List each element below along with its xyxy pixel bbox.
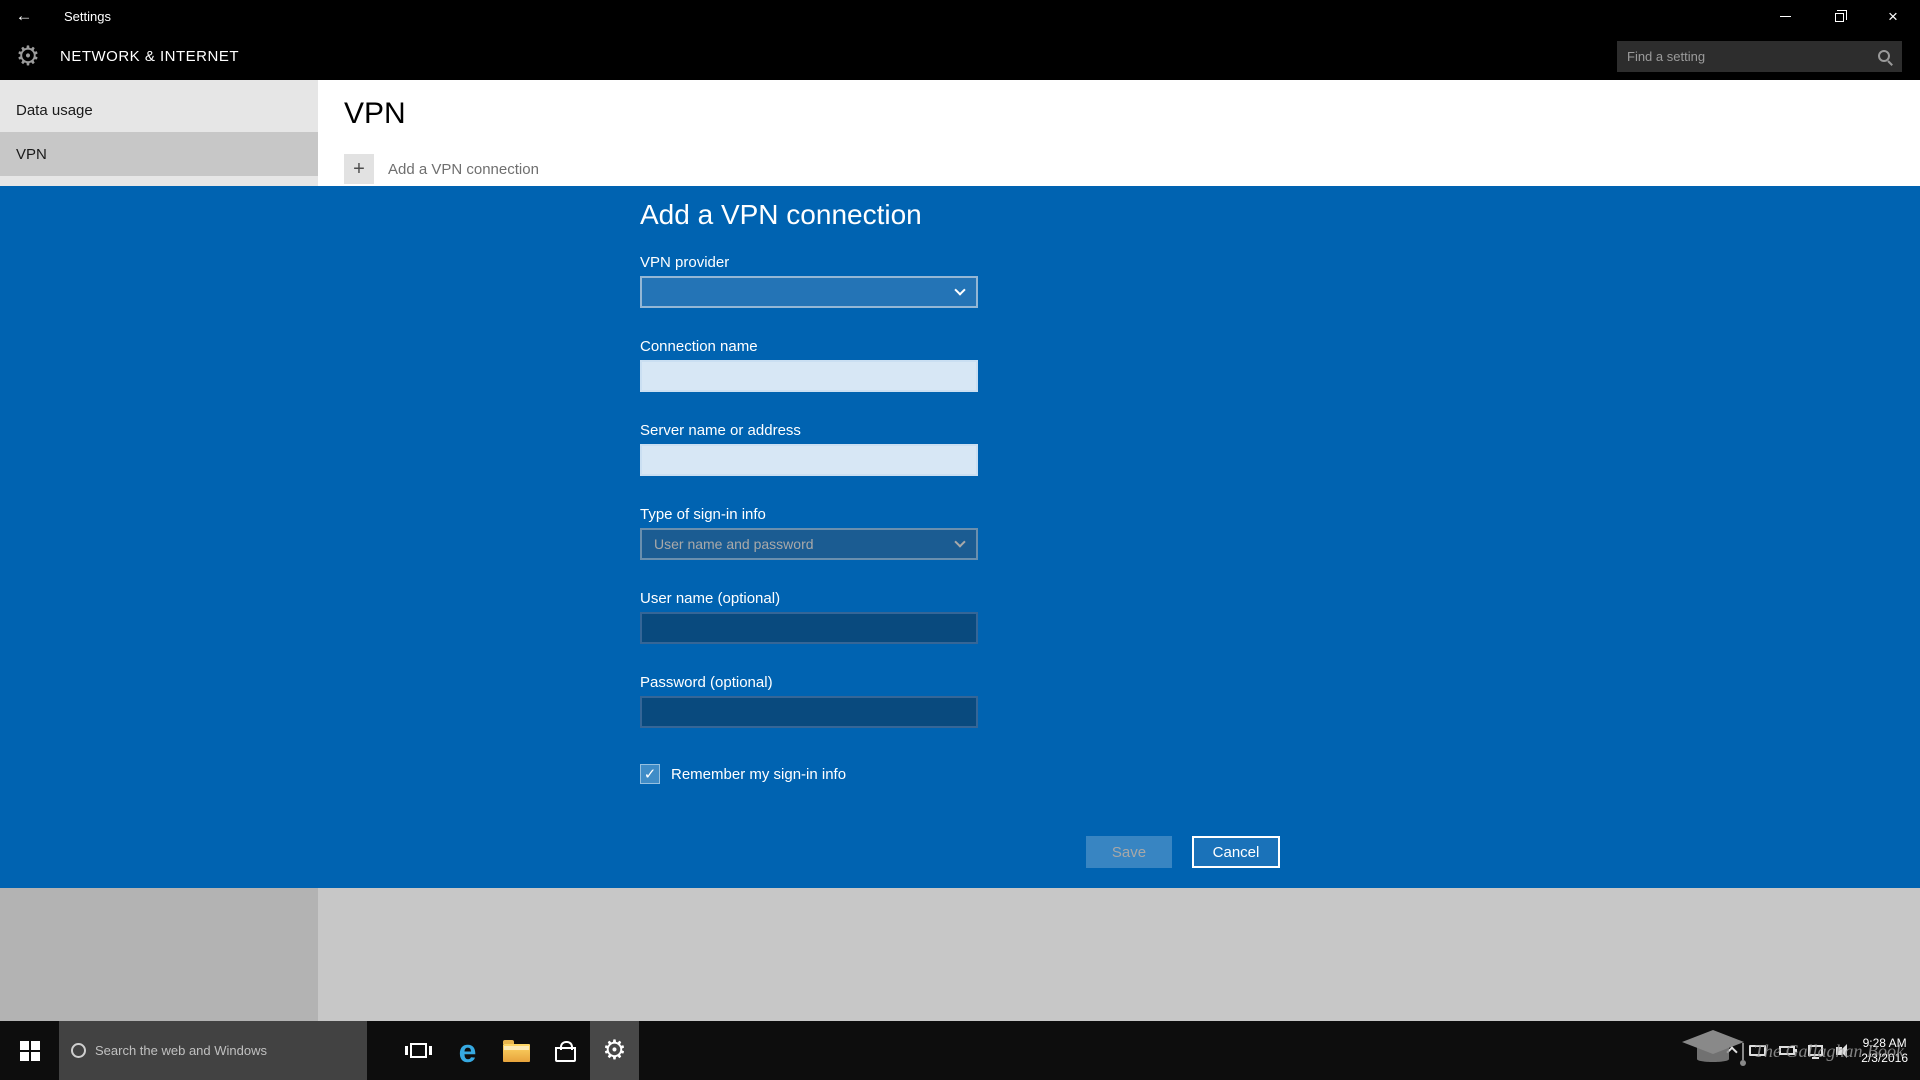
connection-name-field: Connection name xyxy=(640,338,1280,392)
battery-icon[interactable] xyxy=(1779,1046,1795,1055)
app-header: ⚙ NETWORK & INTERNET xyxy=(0,32,1920,80)
clock-date: 2/3/2016 xyxy=(1861,1051,1908,1066)
page-title: VPN xyxy=(344,96,1920,132)
plus-icon: + xyxy=(344,154,374,184)
back-button[interactable]: ← xyxy=(0,0,48,32)
save-button[interactable]: Save xyxy=(1086,836,1172,868)
connection-name-input[interactable] xyxy=(640,360,978,392)
signin-type-value: User name and password xyxy=(654,536,814,552)
password-input[interactable] xyxy=(640,696,978,728)
add-vpn-dialog: Add a VPN connection VPN provider Connec… xyxy=(0,186,1920,888)
settings-button[interactable]: ⚙ xyxy=(590,1021,639,1080)
remember-checkbox[interactable]: ✓ xyxy=(640,764,660,784)
folder-icon xyxy=(503,1044,530,1062)
back-arrow-icon: ← xyxy=(16,6,33,26)
taskbar: e ⚙ 9:28 AM 2/3/2016 xyxy=(0,1021,1920,1080)
file-explorer-button[interactable] xyxy=(492,1021,541,1080)
store-bag-icon xyxy=(555,1047,576,1062)
task-view-button[interactable] xyxy=(394,1021,443,1080)
server-name-input[interactable] xyxy=(640,444,978,476)
find-setting-input[interactable] xyxy=(1617,49,1876,64)
close-button[interactable]: × xyxy=(1866,0,1920,32)
system-tray: 9:28 AM 2/3/2016 xyxy=(1728,1021,1920,1080)
username-input[interactable] xyxy=(640,612,978,644)
gear-icon: ⚙ xyxy=(8,41,48,72)
settings-gear-icon: ⚙ xyxy=(602,1037,626,1064)
add-vpn-button[interactable]: + Add a VPN connection xyxy=(344,154,1920,184)
chevron-down-icon xyxy=(954,284,965,295)
username-label: User name (optional) xyxy=(640,590,1280,608)
remember-signin-row: ✓ Remember my sign-in info xyxy=(640,764,1280,784)
find-setting-box xyxy=(1617,41,1902,72)
taskbar-search-box xyxy=(59,1021,367,1080)
cancel-button[interactable]: Cancel xyxy=(1192,836,1280,868)
password-label: Password (optional) xyxy=(640,674,1280,692)
vpn-provider-label: VPN provider xyxy=(640,254,1280,272)
chevron-down-icon xyxy=(954,536,965,547)
password-field: Password (optional) xyxy=(640,674,1280,728)
dialog-title: Add a VPN connection xyxy=(640,198,1280,232)
window-controls: × xyxy=(1758,0,1920,32)
task-view-icon xyxy=(405,1043,432,1059)
hidden-icons-chevron-icon[interactable] xyxy=(1727,1046,1738,1057)
edge-icon: e xyxy=(459,1035,477,1067)
username-field: User name (optional) xyxy=(640,590,1280,644)
vpn-provider-select[interactable] xyxy=(640,276,978,308)
remember-checkbox-label: Remember my sign-in info xyxy=(671,766,846,783)
edge-button[interactable]: e xyxy=(443,1021,492,1080)
titlebar: ← Settings × xyxy=(0,0,1920,32)
signin-type-field: Type of sign-in info User name and passw… xyxy=(640,506,1280,560)
add-vpn-label: Add a VPN connection xyxy=(388,161,539,178)
cortana-icon xyxy=(71,1043,86,1058)
search-icon xyxy=(1876,48,1894,66)
maximize-button[interactable] xyxy=(1812,0,1866,32)
signin-type-select[interactable]: User name and password xyxy=(640,528,978,560)
check-icon: ✓ xyxy=(644,767,657,782)
page-category-title: NETWORK & INTERNET xyxy=(60,48,239,65)
signin-type-label: Type of sign-in info xyxy=(640,506,1280,524)
close-icon: × xyxy=(1888,8,1898,25)
taskbar-search-input[interactable] xyxy=(95,1043,367,1058)
sidebar-item-label: VPN xyxy=(16,146,47,163)
server-name-label: Server name or address xyxy=(640,422,1280,440)
dialog-buttons: Save Cancel xyxy=(640,836,1280,868)
connection-name-label: Connection name xyxy=(640,338,1280,356)
taskbar-clock[interactable]: 9:28 AM 2/3/2016 xyxy=(1861,1036,1908,1066)
window-title: Settings xyxy=(64,9,111,24)
server-name-field: Server name or address xyxy=(640,422,1280,476)
store-button[interactable] xyxy=(541,1021,590,1080)
sidebar-item-vpn[interactable]: VPN xyxy=(0,132,318,176)
touch-keyboard-icon[interactable] xyxy=(1749,1045,1766,1056)
volume-icon[interactable] xyxy=(1836,1047,1842,1055)
sidebar-item-data-usage[interactable]: Data usage xyxy=(0,88,318,132)
start-button[interactable] xyxy=(0,1021,59,1080)
network-icon[interactable] xyxy=(1808,1045,1823,1056)
clock-time: 9:28 AM xyxy=(1861,1036,1908,1051)
vpn-provider-field: VPN provider xyxy=(640,254,1280,308)
restore-icon xyxy=(1835,13,1844,22)
taskbar-buttons: e ⚙ xyxy=(394,1021,639,1080)
minimize-icon xyxy=(1780,16,1791,17)
windows-logo-icon xyxy=(20,1041,40,1061)
dim-overlay xyxy=(0,888,1920,1021)
settings-window: ← Settings × ⚙ NETWORK & INTERNET Data u… xyxy=(0,0,1920,1080)
sidebar-item-label: Data usage xyxy=(16,102,93,119)
minimize-button[interactable] xyxy=(1758,0,1812,32)
